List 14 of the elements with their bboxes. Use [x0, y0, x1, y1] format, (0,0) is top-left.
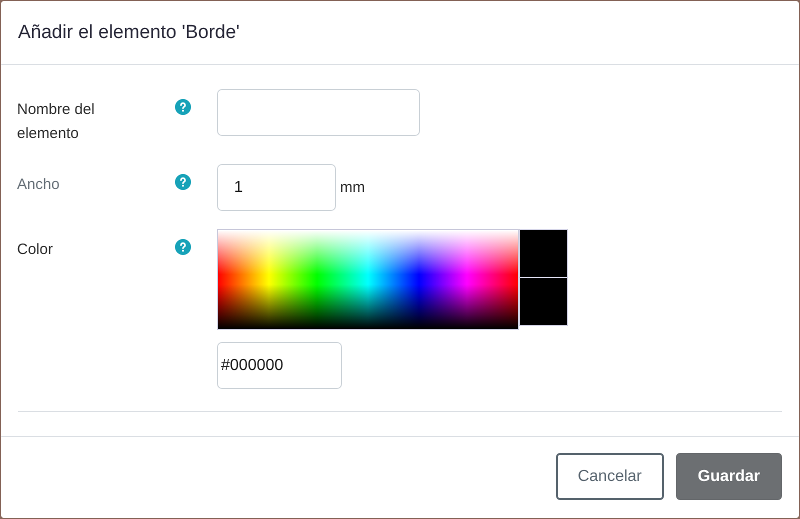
field-label: Nombre del elemento — [17, 100, 96, 144]
width-input[interactable]: 1 — [217, 164, 336, 211]
help-icon[interactable] — [175, 239, 191, 255]
hex-input[interactable]: #000000 — [217, 342, 342, 389]
field-label: Ancho — [17, 175, 60, 195]
unit-label: mm — [340, 179, 365, 196]
help-icon[interactable] — [175, 99, 191, 115]
field-label: Color — [17, 240, 53, 260]
save-button[interactable]: Guardar — [676, 453, 782, 500]
name-input[interactable] — [217, 89, 420, 136]
color-spectrum[interactable] — [217, 229, 519, 330]
help-icon[interactable] — [175, 174, 191, 190]
cancel-button[interactable]: Cancelar — [556, 453, 664, 500]
dialog-title: Añadir el elemento 'Borde' — [18, 22, 240, 44]
